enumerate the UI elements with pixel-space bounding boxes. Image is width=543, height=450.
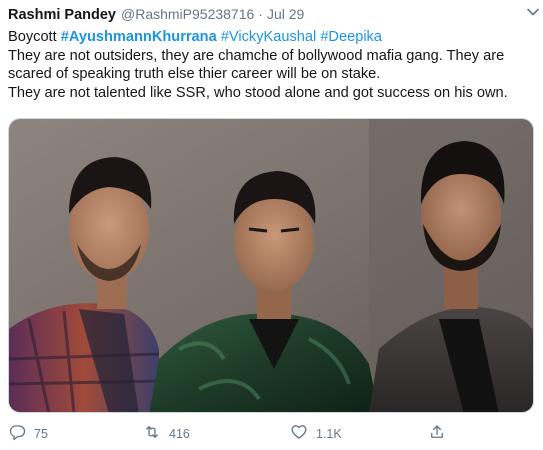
retweet-count: 416	[169, 427, 190, 441]
reply-button[interactable]: 75	[8, 423, 48, 445]
hashtag-link[interactable]: #AyushmannKhurrana	[61, 29, 217, 45]
tweet-card[interactable]: Rashmi Pandey @RashmiP95238716 · Jul 29 …	[0, 0, 543, 450]
tweet-text-segment: Boycott	[8, 29, 61, 45]
tweet-text: Boycott #AyushmannKhurrana #VickyKaushal…	[8, 28, 538, 102]
tweet-text-segment: scared of speaking truth else thier care…	[8, 66, 381, 82]
share-button[interactable]	[428, 423, 446, 445]
separator-dot: ·	[258, 6, 263, 22]
like-count: 1.1K	[316, 427, 342, 441]
heart-icon	[290, 423, 308, 446]
reply-icon	[8, 423, 26, 446]
reply-count: 75	[34, 427, 48, 441]
tweet-actions: 75 416 1.1K	[8, 423, 534, 445]
like-button[interactable]: 1.1K	[290, 423, 342, 445]
photo-image	[9, 119, 533, 412]
tweet-photo[interactable]	[8, 118, 534, 413]
tweet-text-segment: They are not outsiders, they are chamche…	[8, 47, 505, 64]
author-handle[interactable]: @RashmiP95238716	[121, 6, 254, 22]
hashtag-link[interactable]: #Deepika	[320, 29, 382, 45]
retweet-icon	[143, 423, 161, 446]
chevron-down-icon[interactable]	[525, 4, 541, 20]
tweet-header: Rashmi Pandey @RashmiP95238716 · Jul 29	[8, 6, 535, 26]
tweet-date[interactable]: Jul 29	[267, 6, 304, 22]
author-name[interactable]: Rashmi Pandey	[8, 7, 116, 23]
retweet-button[interactable]: 416	[143, 423, 190, 445]
tweet-text-line: scared of speaking truth else thier care…	[8, 65, 538, 84]
hashtag-link[interactable]: #VickyKaushal	[221, 29, 316, 45]
tweet-text-line: They are not outsiders, they are chamche…	[8, 47, 538, 66]
tweet-text-line: They are not talented like SSR, who stoo…	[8, 84, 538, 103]
share-icon	[428, 423, 446, 446]
tweet-text-segment: They are not talented like SSR, who stoo…	[8, 84, 508, 101]
tweet-text-line: Boycott #AyushmannKhurrana #VickyKaushal…	[8, 28, 538, 47]
